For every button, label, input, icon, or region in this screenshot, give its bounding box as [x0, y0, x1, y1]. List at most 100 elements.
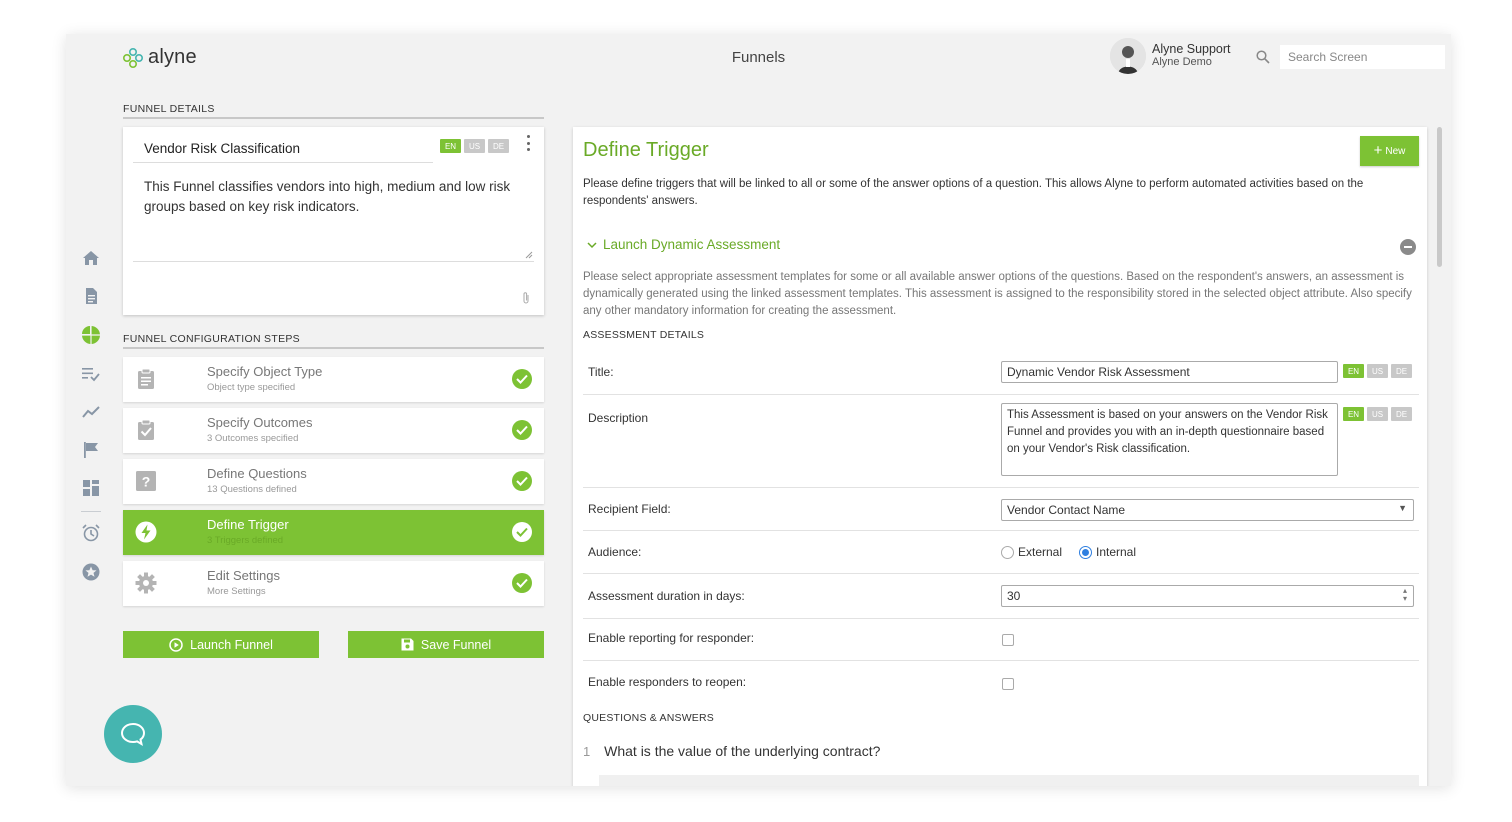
resize-handle-icon[interactable]: [525, 251, 533, 259]
radio-internal[interactable]: [1079, 545, 1092, 559]
user-name: Alyne Support: [1152, 42, 1231, 56]
clipboard-check-icon: [138, 419, 154, 440]
user-menu[interactable]: Alyne Support Alyne Demo: [1110, 38, 1231, 74]
new-button-label: New: [1385, 145, 1406, 157]
description-language-tags: EN US DE: [1343, 407, 1412, 421]
lang-tag-en[interactable]: EN: [1343, 364, 1364, 378]
funnel-details-card: Vendor Risk Classification EN US DE This…: [123, 127, 544, 315]
search-icon[interactable]: [1256, 50, 1270, 64]
pie-chart-icon[interactable]: [82, 326, 100, 344]
question-text: What is the value of the underlying cont…: [604, 743, 881, 759]
check-circle-icon: [512, 573, 532, 593]
svg-text:?: ?: [142, 474, 151, 490]
funnel-language-tags: EN US DE: [440, 139, 509, 153]
lang-tag-de[interactable]: DE: [1391, 407, 1412, 421]
stepper-arrows-icon[interactable]: ▴ ▾: [1403, 587, 1407, 603]
scrollbar[interactable]: [1437, 127, 1442, 267]
chat-button[interactable]: [104, 705, 162, 763]
search-input[interactable]: [1280, 45, 1445, 69]
more-options-icon[interactable]: [527, 135, 531, 151]
lang-tag-de[interactable]: DE: [1391, 364, 1412, 378]
questions-answers-label: QUESTIONS & ANSWERS: [583, 712, 714, 724]
lang-tag-us[interactable]: US: [1367, 364, 1388, 378]
title-label: Title:: [588, 365, 614, 379]
attachment-icon[interactable]: [522, 291, 530, 305]
star-icon[interactable]: [82, 563, 100, 581]
duration-label: Assessment duration in days:: [588, 589, 745, 603]
step-specify-outcomes[interactable]: Specify Outcomes 3 Outcomes specified: [123, 408, 544, 453]
accordion-launch-dynamic-assessment[interactable]: Launch Dynamic Assessment: [587, 237, 780, 252]
description-label: Description: [588, 411, 649, 425]
save-icon: [401, 638, 414, 651]
step-title: Edit Settings: [207, 568, 280, 583]
step-edit-settings[interactable]: Edit Settings More Settings: [123, 561, 544, 606]
duration-stepper[interactable]: 30 ▴ ▾: [1001, 585, 1414, 607]
assessment-title-input[interactable]: Dynamic Vendor Risk Assessment: [1001, 361, 1338, 383]
audience-label: Audience:: [588, 545, 642, 559]
title-row: Title: Dynamic Vendor Risk Assessment EN…: [583, 349, 1419, 395]
lang-tag-us[interactable]: US: [464, 139, 485, 153]
flag-icon[interactable]: [82, 441, 100, 459]
new-trigger-button[interactable]: + New: [1360, 136, 1419, 166]
description-row: Description This Assessment is based on …: [583, 395, 1419, 488]
step-define-trigger[interactable]: Define Trigger 3 Triggers defined: [123, 510, 544, 555]
clipboard-icon: [138, 368, 154, 389]
launch-funnel-label: Launch Funnel: [190, 637, 273, 652]
title-language-tags: EN US DE: [1343, 364, 1412, 378]
audience-row: Audience: External Internal: [583, 531, 1419, 574]
chat-icon: [120, 722, 146, 746]
chevron-down-icon: [587, 241, 597, 248]
save-funnel-label: Save Funnel: [420, 637, 492, 652]
lang-tag-us[interactable]: US: [1367, 407, 1388, 421]
question-item: 1 What is the value of the underlying co…: [583, 743, 880, 759]
plus-icon: +: [1373, 142, 1383, 159]
check-circle-icon: [512, 522, 532, 542]
accordion-note: Please select appropriate assessment tem…: [583, 271, 1412, 317]
duration-row: Assessment duration in days: 30 ▴ ▾: [583, 574, 1419, 619]
panel-title: Define Trigger: [583, 139, 709, 161]
audience-external-option[interactable]: External: [1001, 545, 1062, 559]
config-steps-label: FUNNEL CONFIGURATION STEPS: [123, 333, 544, 349]
accordion-title: Launch Dynamic Assessment: [603, 237, 781, 252]
step-define-questions[interactable]: ? Define Questions 13 Questions defined: [123, 459, 544, 504]
assessment-description-input[interactable]: This Assessment is based on your answers…: [1001, 403, 1338, 476]
panel-intro: Please define triggers that will be link…: [583, 178, 1364, 207]
question-number: 1: [583, 744, 591, 759]
audience-internal-option[interactable]: Internal: [1079, 545, 1136, 559]
document-icon[interactable]: [82, 287, 100, 305]
define-trigger-panel: Define Trigger + New Please define trigg…: [573, 127, 1427, 786]
trend-icon[interactable]: [82, 403, 100, 421]
funnel-name-field[interactable]: Vendor Risk Classification: [133, 137, 433, 163]
step-subtitle: More Settings: [207, 586, 266, 597]
funnel-description-field[interactable]: This Funnel classifies vendors into high…: [144, 177, 524, 217]
dropdown-arrow-icon: ▼: [1398, 503, 1407, 513]
step-subtitle: 3 Triggers defined: [207, 535, 284, 546]
recipient-row: Recipient Field: Vendor Contact Name ▼: [583, 488, 1419, 531]
step-title: Specify Outcomes: [207, 415, 313, 430]
launch-funnel-button[interactable]: Launch Funnel: [123, 631, 319, 658]
lang-tag-en[interactable]: EN: [440, 139, 461, 153]
step-specify-object-type[interactable]: Specify Object Type Object type specifie…: [123, 357, 544, 402]
check-circle-icon: [512, 471, 532, 491]
user-org: Alyne Demo: [1152, 56, 1212, 68]
step-subtitle: 3 Outcomes specified: [207, 433, 299, 444]
radio-external[interactable]: [1001, 545, 1014, 559]
reporting-row: Enable reporting for responder:: [583, 619, 1419, 661]
remove-trigger-icon[interactable]: [1400, 239, 1416, 255]
check-circle-icon: [512, 369, 532, 389]
lightning-icon: [135, 521, 157, 543]
alarm-icon[interactable]: [82, 524, 100, 542]
recipient-select[interactable]: Vendor Contact Name ▼: [1001, 499, 1414, 521]
reopen-checkbox[interactable]: [1002, 678, 1014, 690]
lang-tag-de[interactable]: DE: [488, 139, 509, 153]
radio-internal-label: Internal: [1096, 545, 1137, 559]
checklist-icon[interactable]: [82, 365, 100, 383]
assessment-details-label: ASSESSMENT DETAILS: [583, 329, 705, 341]
reporting-checkbox[interactable]: [1002, 634, 1014, 646]
lang-tag-en[interactable]: EN: [1343, 407, 1364, 421]
home-icon[interactable]: [82, 249, 100, 267]
dashboard-icon[interactable]: [82, 479, 100, 497]
funnel-details-label: FUNNEL DETAILS: [123, 103, 544, 119]
save-funnel-button[interactable]: Save Funnel: [348, 631, 544, 658]
app-window: alyne Funnels Alyne Support Alyne Demo S…: [66, 34, 1451, 786]
